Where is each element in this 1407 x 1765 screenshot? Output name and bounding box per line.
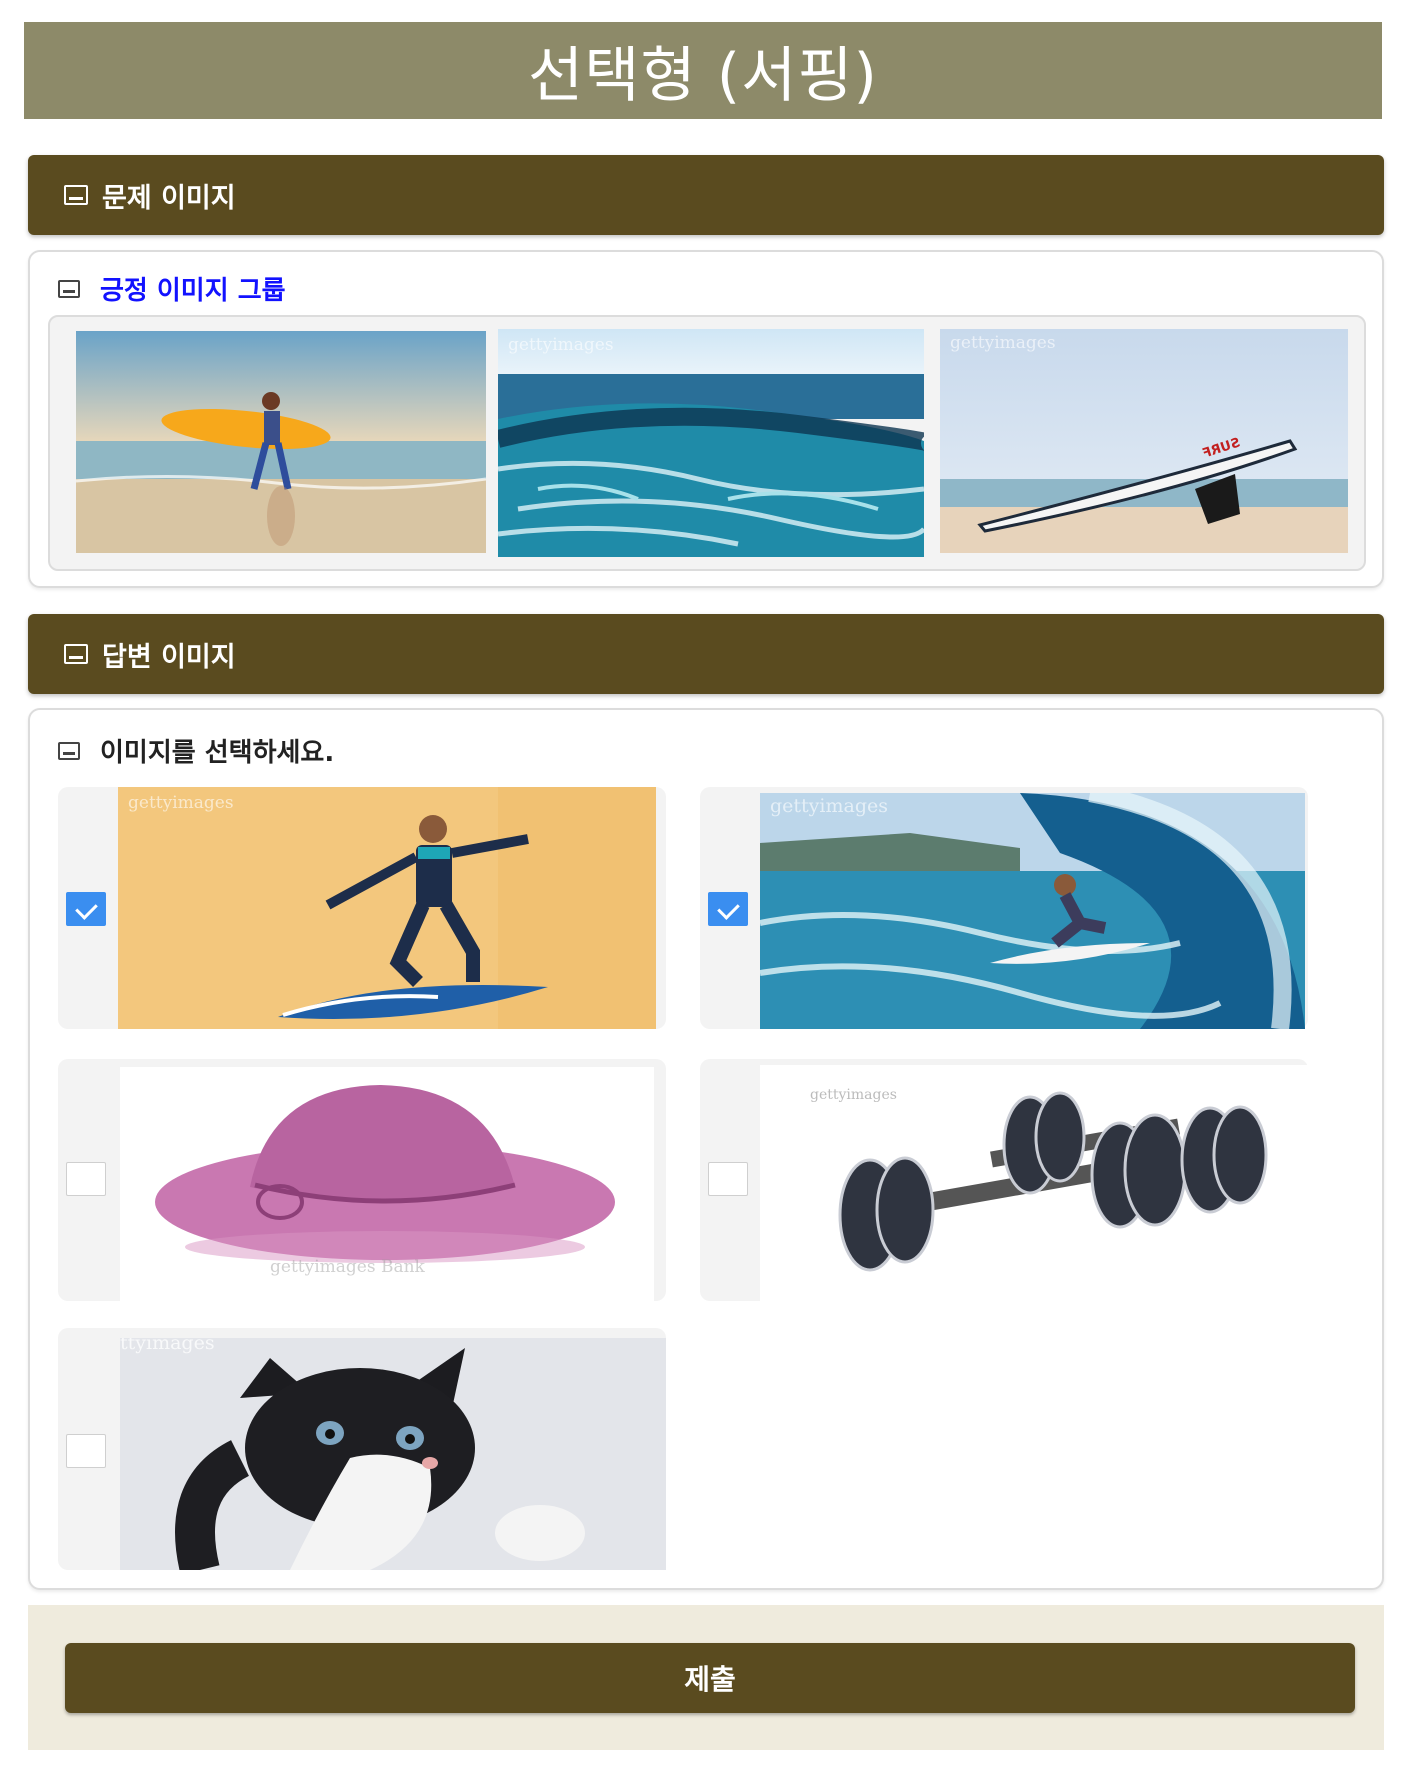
watermark-text: ttyimages [120, 1338, 215, 1354]
page-title: 선택형 (서핑) [528, 41, 878, 111]
title-bar: 선택형 (서핑) [24, 22, 1382, 119]
positive-image-group: gettyimages gettyimages SURF [48, 315, 1366, 571]
answer-section-header: 답변 이미지 [28, 614, 1384, 694]
watermark-text: gettyimages [950, 333, 1056, 353]
positive-group-header: 긍정 이미지 그룹 [58, 270, 286, 307]
answer-panel: 이미지를 선택하세요. gettyimages gettyimages gett… [28, 708, 1384, 1590]
positive-group-label: 긍정 이미지 그룹 [100, 276, 286, 306]
option-checkbox[interactable] [66, 1162, 106, 1196]
man-on-surfboard-photo: gettyimages [118, 787, 656, 1029]
surfboard-on-beach-photo: gettyimages SURF [940, 329, 1348, 553]
submit-button[interactable]: 제출 [65, 1643, 1355, 1713]
option-checkbox[interactable] [708, 892, 748, 926]
option-checkbox[interactable] [708, 1162, 748, 1196]
image-icon [64, 644, 88, 664]
dumbbells-photo: gettyimages [760, 1065, 1308, 1301]
question-section-title: 문제 이미지 [102, 182, 236, 214]
answer-option-card[interactable]: gettyimages Bank [58, 1059, 666, 1301]
kitten-photo: ttyimages [120, 1338, 666, 1570]
answer-section-title: 답변 이미지 [102, 641, 236, 673]
image-icon [64, 185, 88, 205]
image-icon [58, 279, 80, 298]
watermark-text: gettyimages [128, 793, 234, 813]
image-icon [58, 741, 80, 760]
watermark-text: gettyimages [508, 335, 614, 355]
option-checkbox[interactable] [66, 1434, 106, 1468]
answer-option-card[interactable]: gettyimages [700, 787, 1308, 1029]
footer: 제출 [28, 1605, 1384, 1750]
question-section-header: 문제 이미지 [28, 155, 1384, 235]
answer-option-card[interactable]: gettyimages [700, 1059, 1308, 1301]
surfer-in-wave-photo: gettyimages [760, 793, 1305, 1029]
ocean-waves-photo: gettyimages [498, 329, 924, 557]
answer-option-card[interactable]: gettyimages [58, 787, 666, 1029]
pink-hat-photo: gettyimages Bank [120, 1067, 654, 1301]
watermark-text: gettyimages Bank [270, 1257, 425, 1277]
watermark-text: gettyimages [810, 1087, 897, 1103]
question-panel: 긍정 이미지 그룹 gettyimages gettyimages SURF [28, 250, 1384, 588]
watermark-text: gettyimages [770, 795, 888, 817]
answer-instruction-header: 이미지를 선택하세요. [58, 732, 334, 769]
woman-carrying-surfboard-photo [76, 331, 486, 553]
answer-instruction: 이미지를 선택하세요. [100, 738, 335, 768]
answer-option-card[interactable]: ttyimages [58, 1328, 666, 1570]
option-checkbox[interactable] [66, 892, 106, 926]
